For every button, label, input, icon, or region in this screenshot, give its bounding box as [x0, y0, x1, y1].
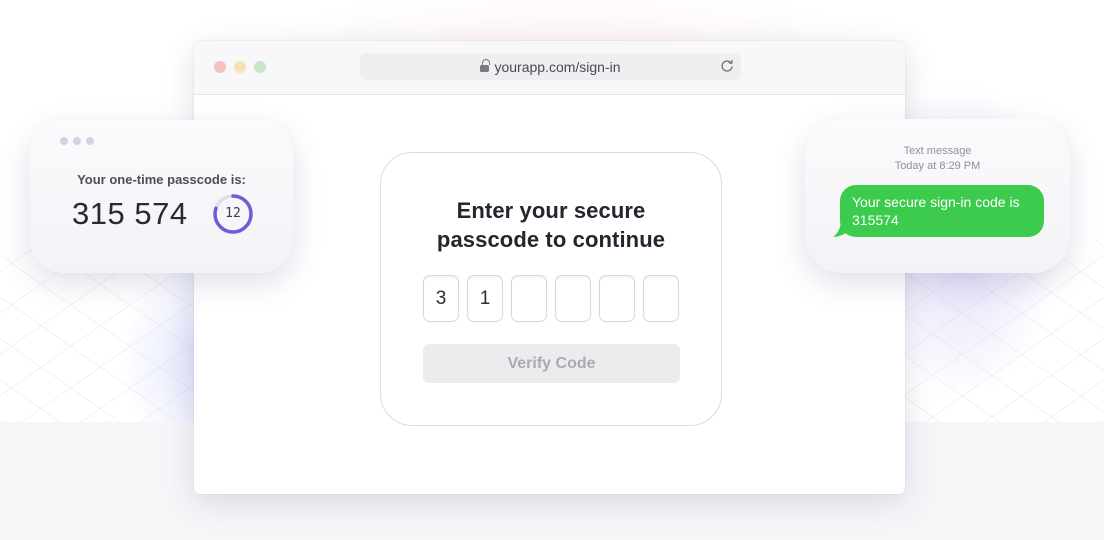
otp-digit-2[interactable]: 1	[467, 275, 503, 322]
browser-window: yourapp.com/sign-in Enter your secure pa…	[194, 41, 905, 494]
otp-digit-3[interactable]	[511, 275, 547, 322]
passcode-card: Enter your secure passcode to continue 3…	[380, 152, 722, 426]
sms-message-bubble: Your secure sign-in code is 315574	[840, 185, 1044, 237]
otp-digit-1[interactable]: 3	[423, 275, 459, 322]
otp-code: 315 574	[72, 196, 188, 231]
card-menu-dot	[73, 137, 81, 145]
otp-timer: 12	[212, 193, 254, 235]
window-close-button[interactable]	[214, 61, 226, 73]
sms-message-text: Your secure sign-in code is 315574	[852, 194, 1020, 228]
lock-icon	[480, 59, 490, 73]
authenticator-card: Your one-time passcode is: 315 574 12	[30, 120, 293, 273]
sms-card: Text message Today at 8:29 PM Your secur…	[805, 119, 1070, 273]
sms-source-label: Text message	[903, 145, 972, 157]
verify-code-button[interactable]: Verify Code	[423, 344, 680, 383]
passcode-title-line-2: passcode to continue	[436, 227, 666, 252]
browser-titlebar: yourapp.com/sign-in	[194, 41, 905, 95]
window-minimize-button[interactable]	[234, 61, 246, 73]
otp-digit-6[interactable]	[643, 275, 679, 322]
reload-icon[interactable]	[719, 58, 735, 74]
otp-digit-4[interactable]	[555, 275, 591, 322]
passcode-title-line-1: Enter your secure	[456, 198, 646, 223]
otp-digit-5[interactable]	[599, 275, 635, 322]
card-menu-dot	[60, 137, 68, 145]
sms-timestamp: Today at 8:29 PM	[894, 160, 981, 172]
otp-label: Your one-time passcode is:	[77, 172, 246, 187]
address-bar[interactable]: yourapp.com/sign-in	[360, 53, 741, 80]
card-menu-dot	[86, 137, 94, 145]
address-bar-url: yourapp.com/sign-in	[494, 58, 621, 75]
timer-seconds: 12	[225, 206, 241, 221]
window-maximize-button[interactable]	[254, 61, 266, 73]
